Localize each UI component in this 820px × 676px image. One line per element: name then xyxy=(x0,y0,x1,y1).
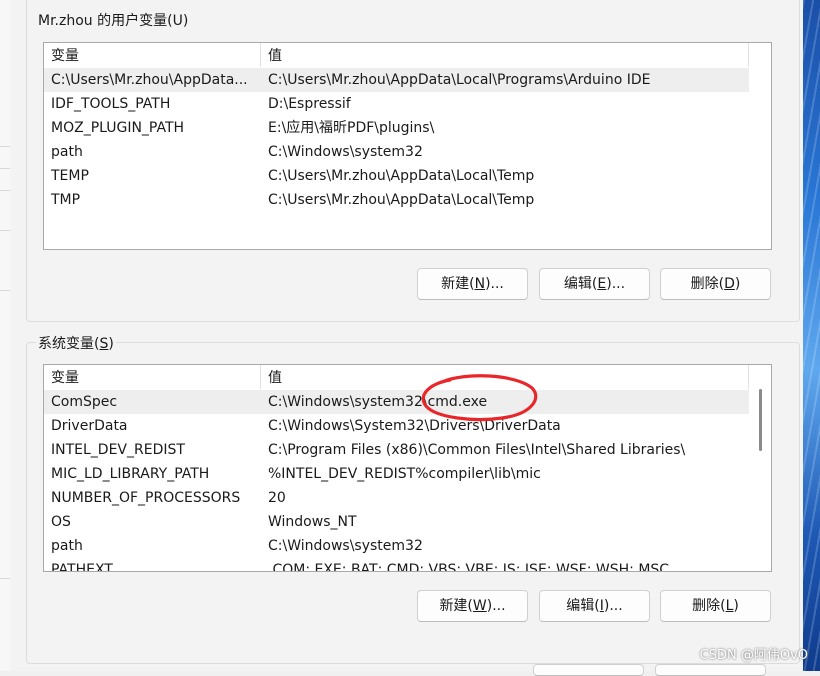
system-variables-list[interactable]: 变量 值 ComSpec C:\Windows\system32\cmd.exe… xyxy=(43,364,772,572)
variable-name: path xyxy=(51,538,83,554)
table-row[interactable]: DriverData C:\Windows\System32\Drivers\D… xyxy=(44,414,771,438)
table-row[interactable]: ComSpec C:\Windows\system32\cmd.exe xyxy=(44,390,749,414)
variable-name: NUMBER_OF_PROCESSORS xyxy=(51,490,241,506)
variable-value: C:\Windows\System32\Drivers\DriverData xyxy=(268,418,561,434)
variable-name: DriverData xyxy=(51,418,128,434)
ok-button[interactable] xyxy=(533,664,644,676)
variable-name: TEMP xyxy=(51,168,89,184)
variable-value: C:\Users\Mr.zhou\AppData\Local\Programs\… xyxy=(268,72,651,88)
variable-name: TMP xyxy=(51,192,81,208)
variable-value: E:\应用\福昕PDF\plugins\ xyxy=(268,120,435,136)
column-header-value[interactable]: 值 xyxy=(261,43,749,67)
table-row[interactable]: TMP C:\Users\Mr.zhou\AppData\Local\Temp xyxy=(44,188,771,212)
variable-value: .COM;.EXE;.BAT;.CMD;.VBS;.VBE;.JS;.JSE;.… xyxy=(268,562,670,572)
system-variables-title: 系统变量(S) xyxy=(36,333,116,353)
user-variables-title: Mr.zhou 的用户变量(U) xyxy=(36,10,191,30)
user-new-button[interactable]: 新建(N)... xyxy=(417,268,528,300)
table-row[interactable]: MIC_LD_LIBRARY_PATH %INTEL_DEV_REDIST%co… xyxy=(44,462,771,486)
list-header: 变量 值 xyxy=(44,365,771,390)
table-row[interactable]: PATHEXT .COM;.EXE;.BAT;.CMD;.VBS;.VBE;.J… xyxy=(44,558,771,572)
variable-value: 20 xyxy=(268,490,286,506)
variable-value: C:\Users\Mr.zhou\AppData\Local\Temp xyxy=(268,168,535,184)
table-row[interactable]: MOZ_PLUGIN_PATH E:\应用\福昕PDF\plugins\ xyxy=(44,116,771,140)
variable-name: MOZ_PLUGIN_PATH xyxy=(51,120,185,136)
user-edit-button[interactable]: 编辑(E)... xyxy=(539,268,650,300)
environment-variables-dialog: Mr.zhou 的用户变量(U) 变量 值 C:\Users\Mr.zhou\A… xyxy=(10,0,803,676)
table-row[interactable]: TEMP C:\Users\Mr.zhou\AppData\Local\Temp xyxy=(44,164,771,188)
variable-name: INTEL_DEV_REDIST xyxy=(51,442,185,458)
cancel-button[interactable] xyxy=(655,664,766,676)
variable-name: PATHEXT xyxy=(51,562,113,572)
table-row[interactable]: IDF_TOOLS_PATH D:\Espressif xyxy=(44,92,771,116)
column-header-value[interactable]: 值 xyxy=(261,365,749,389)
user-variables-list[interactable]: 变量 值 C:\Users\Mr.zhou\AppData... C:\User… xyxy=(43,42,772,250)
scrollbar-thumb[interactable] xyxy=(759,389,762,451)
variable-name: path xyxy=(51,144,83,160)
table-row[interactable]: NUMBER_OF_PROCESSORS 20 xyxy=(44,486,771,510)
table-row[interactable]: INTEL_DEV_REDIST C:\Program Files (x86)\… xyxy=(44,438,771,462)
column-header-variable[interactable]: 变量 xyxy=(44,365,261,389)
desktop-wallpaper xyxy=(803,0,820,671)
csdn-watermark: CSDN @阿伟OvO xyxy=(699,648,808,663)
system-edit-button[interactable]: 编辑(I)... xyxy=(539,590,650,622)
variable-value: C:\Windows\system32\cmd.exe xyxy=(268,394,488,410)
system-delete-button[interactable]: 删除(L) xyxy=(660,590,771,622)
variable-value: C:\Windows\system32 xyxy=(268,144,423,160)
table-row[interactable]: path C:\Windows\system32 xyxy=(44,534,771,558)
column-header-variable[interactable]: 变量 xyxy=(44,43,261,67)
variable-name: MIC_LD_LIBRARY_PATH xyxy=(51,466,210,482)
variable-name: C:\Users\Mr.zhou\AppData... xyxy=(51,72,248,88)
variable-name: ComSpec xyxy=(51,394,118,410)
variable-value: C:\Users\Mr.zhou\AppData\Local\Temp xyxy=(268,192,535,208)
variable-value: C:\Program Files (x86)\Common Files\Inte… xyxy=(268,442,686,458)
variable-value: C:\Windows\system32 xyxy=(268,538,423,554)
system-new-button[interactable]: 新建(W)... xyxy=(417,590,528,622)
variable-name: IDF_TOOLS_PATH xyxy=(51,96,171,112)
table-row[interactable]: OS Windows_NT xyxy=(44,510,771,534)
list-header: 变量 值 xyxy=(44,43,771,68)
user-delete-button[interactable]: 删除(D) xyxy=(660,268,771,300)
table-row[interactable]: path C:\Windows\system32 xyxy=(44,140,771,164)
variable-value: Windows_NT xyxy=(268,514,357,530)
variable-value: D:\Espressif xyxy=(268,96,351,112)
variable-name: OS xyxy=(51,514,71,530)
table-row[interactable]: C:\Users\Mr.zhou\AppData... C:\Users\Mr.… xyxy=(44,68,749,92)
variable-value: %INTEL_DEV_REDIST%compiler\lib\mic xyxy=(268,466,541,482)
